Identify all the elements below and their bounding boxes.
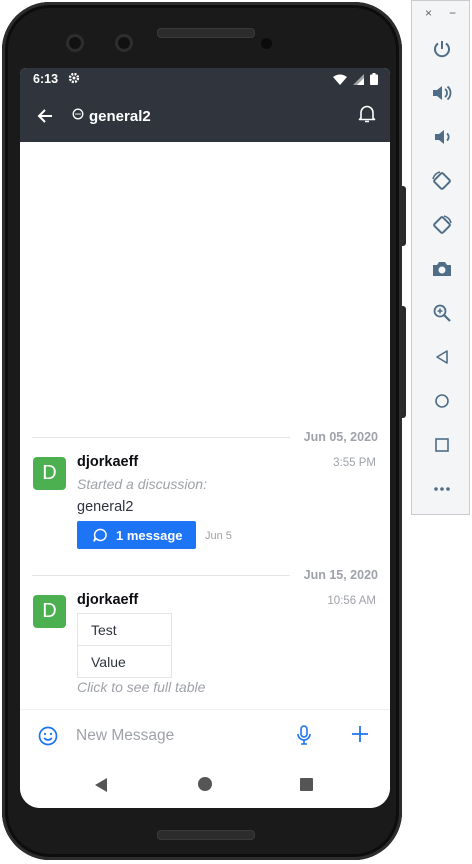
discussion-name: general2 — [77, 499, 134, 515]
room-header: general2 — [20, 90, 390, 142]
message-composer: New Message — [20, 709, 390, 762]
discussion-icon — [72, 107, 84, 125]
date-separator: Jun 15, 2020 — [32, 565, 378, 585]
date-separator: Jun 05, 2020 — [32, 427, 378, 447]
microphone-button[interactable] — [296, 725, 312, 750]
message-item[interactable]: D djorkaeff 10:56 AM Test Value Click to… — [33, 592, 376, 700]
avatar[interactable]: D — [33, 457, 66, 490]
battery-icon — [370, 73, 378, 85]
message-author[interactable]: djorkaeff — [77, 592, 138, 608]
markdown-table[interactable]: Test Value — [77, 613, 172, 678]
date-separator-label: Jun 15, 2020 — [303, 568, 378, 582]
camera-icon[interactable] — [429, 256, 455, 282]
status-time: 6:13 — [33, 72, 59, 86]
more-icon[interactable] — [429, 476, 455, 502]
home-icon[interactable] — [429, 388, 455, 414]
message-item[interactable]: D djorkaeff 3:55 PM Started a discussion… — [33, 454, 376, 552]
table-cell: Test — [78, 614, 171, 646]
minimize-window-icon[interactable]: − — [449, 6, 456, 20]
nav-recents-icon[interactable] — [300, 778, 313, 791]
emoji-icon — [38, 726, 58, 746]
bottom-speaker — [157, 830, 255, 840]
message-input[interactable]: New Message — [76, 727, 174, 745]
discussion-bubble-icon — [93, 528, 108, 543]
discussion-count-label: 1 message — [116, 527, 183, 543]
discussion-last-date: Jun 5 — [205, 530, 232, 542]
notification-bell-icon[interactable] — [358, 104, 376, 129]
system-message-text: Started a discussion: — [77, 476, 207, 492]
wifi-icon — [333, 74, 347, 85]
front-camera-left — [66, 34, 84, 52]
table-cell: Value — [91, 653, 126, 670]
date-separator-label: Jun 05, 2020 — [303, 430, 378, 444]
nav-home-icon[interactable] — [198, 777, 212, 791]
phone-power-key — [402, 186, 406, 246]
message-time: 3:55 PM — [333, 457, 376, 469]
rotate-left-icon[interactable] — [429, 168, 455, 194]
microphone-icon — [297, 725, 311, 745]
phone-volume-key — [402, 306, 406, 418]
plus-icon — [352, 726, 368, 742]
avatar[interactable]: D — [33, 595, 66, 628]
power-icon[interactable] — [429, 36, 455, 62]
status-bar: 6:13 — [20, 68, 390, 90]
phone-frame: 6:13 general2 Jun 05, 2020 D djorkaeff 3… — [2, 2, 402, 860]
sensor — [261, 38, 272, 49]
actions-button[interactable] — [351, 725, 369, 748]
back-button[interactable] — [20, 90, 70, 142]
volume-up-icon[interactable] — [429, 80, 455, 106]
volume-down-icon[interactable] — [429, 124, 455, 150]
settings-gear-icon — [68, 72, 80, 87]
back-icon[interactable] — [429, 344, 455, 370]
emulator-toolbar: × − — [411, 0, 470, 515]
room-title[interactable]: general2 — [89, 108, 151, 125]
arrow-left-icon — [37, 109, 52, 123]
nav-back-icon[interactable] — [95, 778, 107, 792]
message-author[interactable]: djorkaeff — [77, 454, 138, 470]
emoji-button[interactable] — [38, 726, 58, 751]
zoom-icon[interactable] — [429, 300, 455, 326]
overview-icon[interactable] — [429, 432, 455, 458]
full-table-link[interactable]: Click to see full table — [77, 679, 205, 695]
message-time: 10:56 AM — [327, 595, 376, 607]
android-navigation-bar — [20, 761, 390, 808]
front-camera-right — [115, 34, 133, 52]
earpiece — [157, 28, 255, 38]
close-window-icon[interactable]: × — [425, 6, 432, 20]
discussion-messages-button[interactable]: 1 message — [77, 521, 196, 549]
app-screen: 6:13 general2 Jun 05, 2020 D djorkaeff 3… — [20, 68, 390, 808]
signal-icon — [353, 73, 364, 85]
rotate-right-icon[interactable] — [429, 212, 455, 238]
